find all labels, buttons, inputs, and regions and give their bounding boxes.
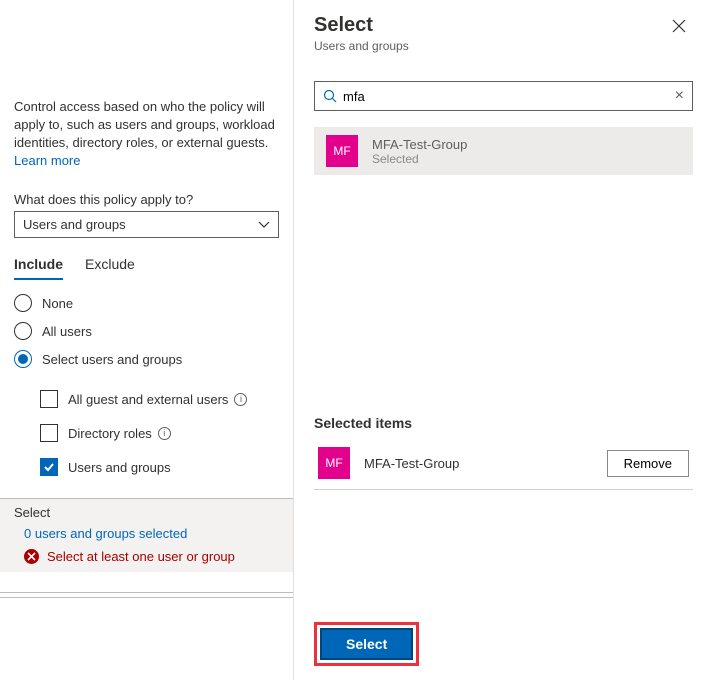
checkbox-icon bbox=[40, 424, 58, 442]
left-panel: Control access based on who the policy w… bbox=[0, 0, 294, 680]
chevron-down-icon bbox=[258, 219, 270, 231]
apply-to-dropdown[interactable]: Users and groups bbox=[14, 211, 279, 238]
include-exclude-tabs: Include Exclude bbox=[14, 256, 277, 280]
info-icon[interactable]: i bbox=[158, 427, 171, 440]
selected-item-row: MF MFA-Test-Group Remove bbox=[314, 437, 693, 490]
error-row: Select at least one user or group bbox=[14, 549, 279, 564]
dropdown-value: Users and groups bbox=[23, 217, 126, 232]
radio-none[interactable]: None bbox=[14, 294, 277, 312]
select-button[interactable]: Select bbox=[320, 628, 413, 660]
tab-exclude[interactable]: Exclude bbox=[85, 256, 135, 280]
selected-items-heading: Selected items bbox=[314, 415, 693, 431]
check-directory-roles[interactable]: Directory roles i bbox=[40, 424, 277, 442]
learn-more-link[interactable]: Learn more bbox=[14, 153, 80, 168]
radio-select-users[interactable]: Select users and groups bbox=[14, 350, 277, 368]
radio-icon bbox=[14, 294, 32, 312]
checkbox-icon bbox=[40, 458, 58, 476]
search-icon bbox=[323, 89, 337, 103]
intro-text: Control access based on who the policy w… bbox=[14, 98, 277, 170]
panel-title: Select bbox=[314, 14, 409, 37]
close-icon[interactable] bbox=[671, 18, 687, 34]
checkbox-icon bbox=[40, 390, 58, 408]
highlight-annotation: Select bbox=[314, 622, 419, 666]
search-input[interactable] bbox=[343, 89, 675, 104]
panel-subtitle: Users and groups bbox=[314, 39, 409, 53]
avatar: MF bbox=[318, 447, 350, 479]
check-users-groups[interactable]: Users and groups bbox=[40, 458, 277, 476]
search-box[interactable]: × bbox=[314, 81, 693, 111]
result-status: Selected bbox=[372, 152, 467, 166]
apply-question-label: What does this policy apply to? bbox=[14, 192, 277, 207]
clear-search-icon[interactable]: × bbox=[675, 87, 684, 105]
radio-all-users[interactable]: All users bbox=[14, 322, 277, 340]
remove-button[interactable]: Remove bbox=[607, 450, 689, 477]
selected-count-link[interactable]: 0 users and groups selected bbox=[14, 526, 279, 541]
avatar: MF bbox=[326, 135, 358, 167]
radio-icon bbox=[14, 322, 32, 340]
radio-icon bbox=[14, 350, 32, 368]
info-icon[interactable]: i bbox=[234, 393, 247, 406]
divider bbox=[0, 592, 293, 598]
selected-item-name: MFA-Test-Group bbox=[364, 456, 459, 471]
select-title: Select bbox=[14, 505, 279, 520]
error-icon bbox=[24, 549, 39, 564]
right-panel: Select Users and groups × MF MFA-Test-Gr… bbox=[294, 0, 713, 680]
result-name: MFA-Test-Group bbox=[372, 137, 467, 152]
check-guest-users[interactable]: All guest and external users i bbox=[40, 390, 277, 408]
tab-include[interactable]: Include bbox=[14, 256, 63, 280]
select-section: Select 0 users and groups selected Selec… bbox=[0, 498, 293, 572]
search-result-item[interactable]: MF MFA-Test-Group Selected bbox=[314, 127, 693, 175]
